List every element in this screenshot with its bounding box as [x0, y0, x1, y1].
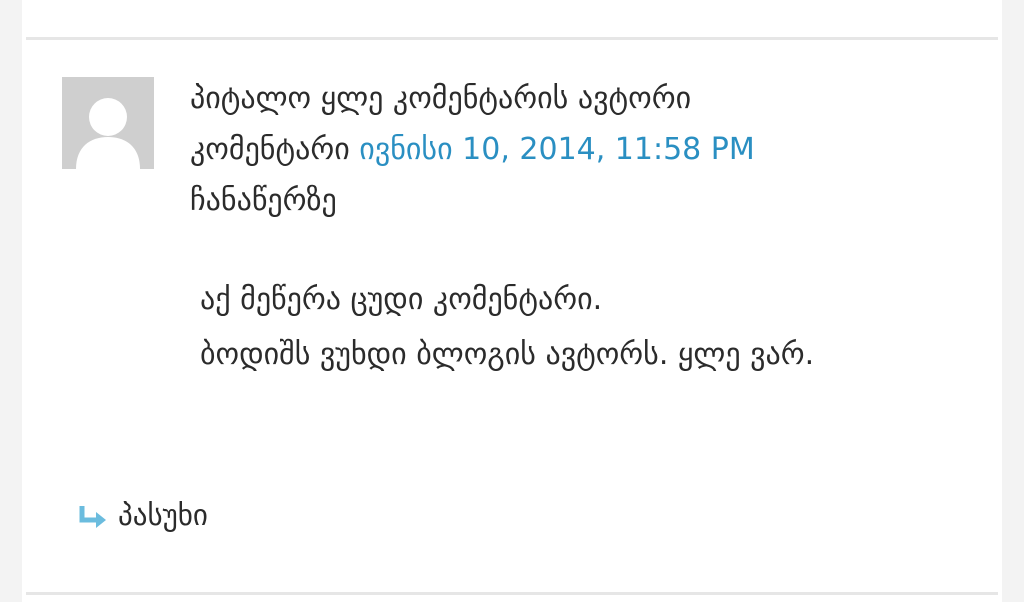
comment-body-line: ბოდიშს ვუხდი ბლოგის ავტორს. ყლე ვარ.	[200, 337, 815, 372]
post-word: ჩანაწერზე	[190, 183, 337, 218]
comment-date-line: კომენტარი ივნისი 10, 2014, 11:58 PM	[190, 124, 970, 175]
reply-arrow-icon	[78, 503, 110, 528]
reply-label: პასუხი	[118, 498, 208, 532]
comment-word: კომენტარი	[190, 132, 350, 167]
bottom-divider	[26, 592, 998, 595]
comment-body-line: აქ მეწერა ცუდი კომენტარი.	[200, 282, 603, 317]
comment-date-link[interactable]: ივნისი 10, 2014, 11:58 PM	[359, 132, 754, 167]
comment-body: აქ მეწერა ცუდი კომენტარი. ბოდიშს ვუხდი ბ…	[200, 272, 960, 382]
top-divider	[26, 37, 998, 40]
comment-author-line: პიტალო ყლე კომენტარის ავტორი	[190, 81, 692, 116]
comment-meta: პიტალო ყლე კომენტარის ავტორი კომენტარი ი…	[190, 73, 970, 226]
reply-button[interactable]: პასუხი	[78, 490, 208, 540]
default-avatar-icon	[62, 77, 154, 169]
